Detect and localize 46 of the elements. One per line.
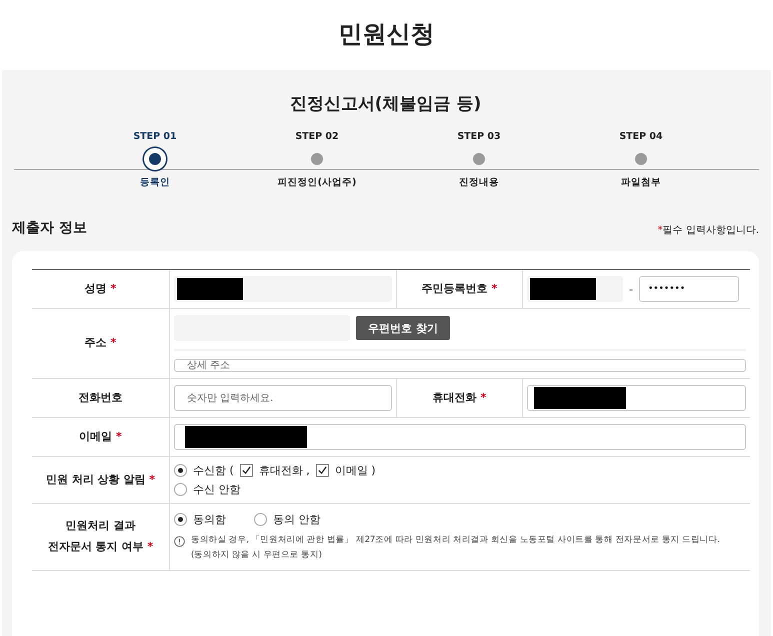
email-field[interactable] [174, 424, 746, 450]
step-number: STEP 03 [457, 131, 501, 142]
page-title: 민원신청 [338, 19, 434, 50]
redacted-block [177, 278, 243, 300]
rrn-back-field[interactable]: ••••••• [638, 276, 739, 302]
name-field[interactable] [174, 276, 392, 302]
field-label: 이메일 * [32, 418, 170, 457]
step-number: STEP 04 [619, 131, 663, 142]
dash-separator: - [629, 282, 633, 296]
info-icon [174, 536, 185, 547]
option-label: 수신함 ( [193, 463, 234, 478]
field-label: 주소 * [32, 309, 170, 379]
form-title: 진정신고서(체불임금 등) [290, 93, 482, 115]
radio-button[interactable] [254, 513, 267, 526]
field-label: 민원 처리 상황 알림 * [32, 457, 170, 504]
radio-button[interactable] [174, 513, 187, 526]
phone-input[interactable]: 숫자만 입력하세요. [174, 385, 392, 411]
section-title: 제출자 정보 [12, 219, 87, 237]
option-label: 수신 안함 [193, 482, 240, 497]
checkbox[interactable] [316, 464, 329, 477]
checkbox[interactable] [240, 464, 253, 477]
option-label: 동의함 [193, 512, 226, 527]
consent-note: 동의하실 경우, 「민원처리에 관한 법률」 제27조에 따라 민원처리 처리결과 회신을 노동포털 사이트를 통해 전자문서로 통지 드립니다. [191, 534, 720, 547]
field-label: 주민등록번호 * [397, 270, 523, 309]
redacted-block [530, 278, 596, 300]
field-label: 전화번호 [32, 379, 170, 418]
step-label: 파일첨부 [621, 176, 661, 189]
consent-note: (동의하지 않을 시 우편으로 통지) [191, 549, 323, 562]
radio-button[interactable] [174, 464, 187, 477]
option-label: 동의 안함 [273, 512, 320, 527]
step-label: 피진정인(사업주) [278, 176, 356, 189]
step-number: STEP 01 [133, 131, 177, 142]
field-label: 휴대전화 * [397, 379, 523, 418]
option-label: 이메일 ) [334, 463, 376, 478]
step-number: STEP 02 [295, 131, 339, 142]
field-label: 민원처리 결과 전자문서 통지 여부 * [32, 504, 170, 571]
option-label: 휴대전화 , [258, 463, 310, 478]
step-label: 진정내용 [459, 176, 499, 189]
detail-address-input[interactable]: 상세 주소 [174, 359, 746, 372]
postcode-search-button[interactable]: 우편번호 찾기 [356, 316, 450, 340]
radio-button[interactable] [174, 483, 187, 496]
rrn-front-field[interactable] [527, 276, 623, 302]
mobile-field[interactable] [527, 385, 746, 411]
step-label: 등록인 [140, 176, 170, 189]
required-note: *필수 입력사항입니다. [658, 224, 759, 237]
field-label: 성명 * [32, 270, 170, 309]
